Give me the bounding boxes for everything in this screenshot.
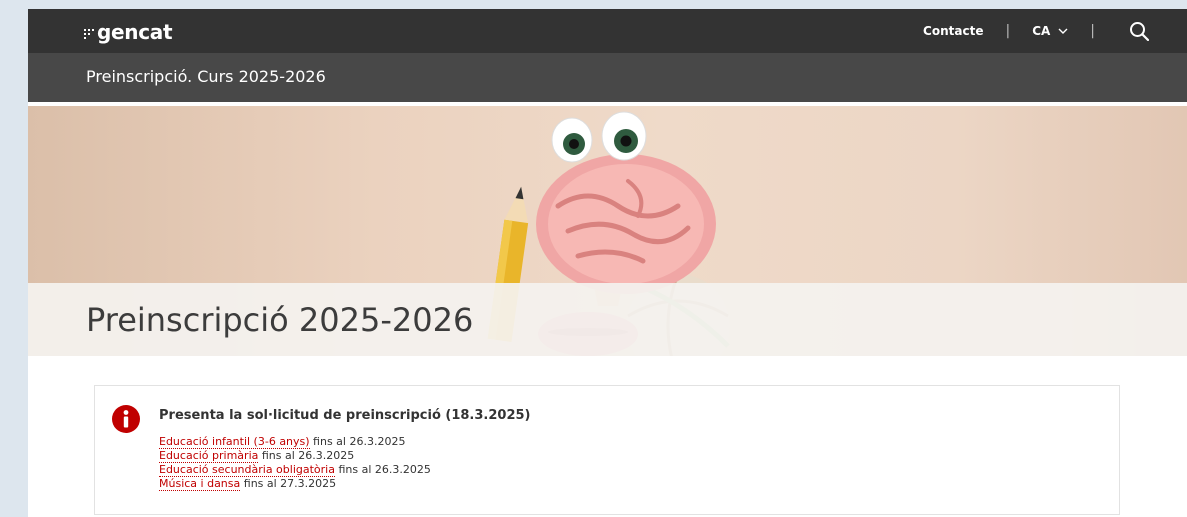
link-educacio-primaria[interactable]: Educació primària xyxy=(159,449,259,463)
deadline-text: fins al 26.3.2025 xyxy=(258,449,355,462)
list-item: Educació primària fins al 26.3.2025 xyxy=(159,449,431,463)
search-icon[interactable] xyxy=(1129,21,1149,41)
deadline-text: fins al 26.3.2025 xyxy=(309,435,406,448)
top-strip xyxy=(28,0,1187,9)
page: gencat Contacte | CA | Preinscripció. Cu… xyxy=(28,9,1187,517)
link-educacio-infantil[interactable]: Educació infantil (3-6 anys) xyxy=(159,435,310,449)
site-section-title[interactable]: Preinscripció. Curs 2025-2026 xyxy=(86,67,326,86)
chevron-down-icon xyxy=(1058,28,1068,34)
left-gutter xyxy=(0,0,28,517)
gencat-logo[interactable]: gencat xyxy=(84,20,173,44)
top-bar: gencat Contacte | CA | xyxy=(28,9,1187,53)
hero-banner: Preinscripció 2025-2026 xyxy=(28,106,1187,356)
list-item: Educació infantil (3-6 anys) fins al 26.… xyxy=(159,435,431,449)
language-selector[interactable]: CA xyxy=(1032,24,1068,38)
nav-separator: | xyxy=(1005,23,1011,39)
info-icon xyxy=(112,405,140,433)
list-item: Música i dansa fins al 27.3.2025 xyxy=(159,477,431,491)
page-title: Preinscripció 2025-2026 xyxy=(86,301,474,339)
logo-text: gencat xyxy=(97,20,173,44)
header-nav: Contacte | CA | xyxy=(923,9,1149,53)
contact-link[interactable]: Contacte xyxy=(923,24,983,38)
gencat-logo-icon xyxy=(84,28,94,39)
link-musica-dansa[interactable]: Música i dansa xyxy=(159,477,241,491)
sub-header: Preinscripció. Curs 2025-2026 xyxy=(28,53,1187,102)
notice-title: Presenta la sol·licitud de preinscripció… xyxy=(159,408,531,423)
link-educacio-secundaria[interactable]: Educació secundària obligatòria xyxy=(159,463,335,477)
preinscription-notice: Presenta la sol·licitud de preinscripció… xyxy=(94,385,1120,515)
nav-separator: | xyxy=(1090,23,1095,39)
notice-list: Educació infantil (3-6 anys) fins al 26.… xyxy=(159,435,431,491)
deadline-text: fins al 26.3.2025 xyxy=(334,463,431,476)
language-label: CA xyxy=(1032,24,1051,38)
list-item: Educació secundària obligatòria fins al … xyxy=(159,463,431,477)
deadline-text: fins al 27.3.2025 xyxy=(240,477,337,490)
